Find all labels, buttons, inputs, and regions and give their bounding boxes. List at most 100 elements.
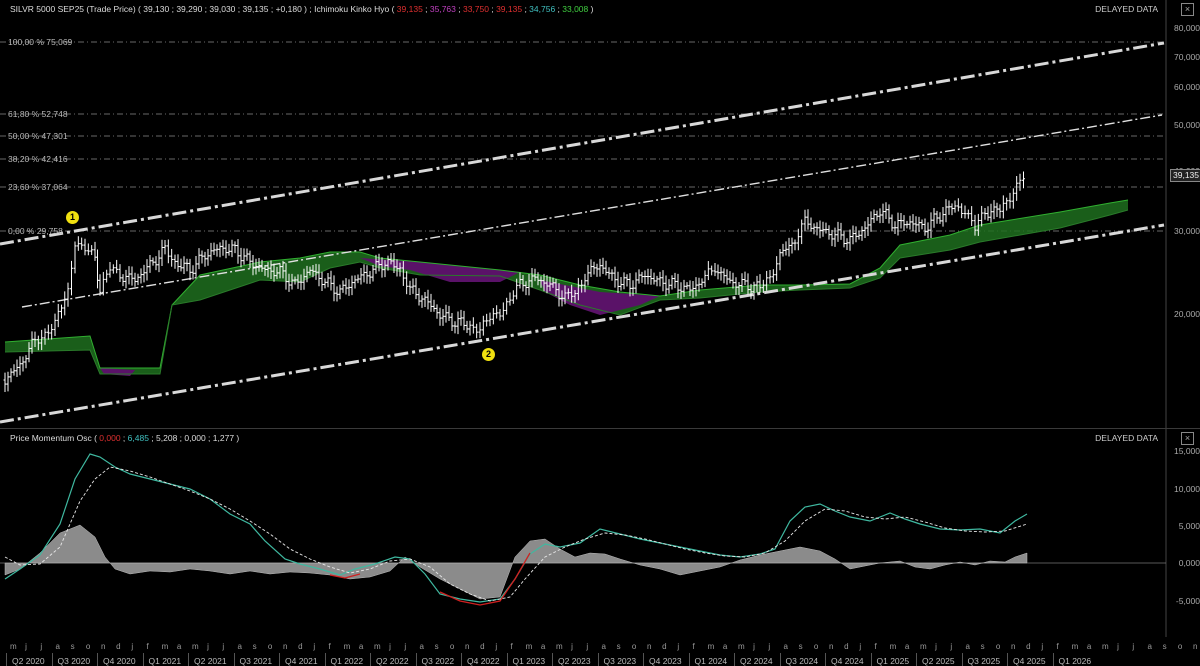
close-pane-button[interactable]: × (1181, 3, 1194, 16)
quarter-label: Q3 2024 (785, 656, 819, 666)
month-label: f (328, 642, 331, 651)
quarter-separator (188, 653, 189, 666)
ichimoku-value: 33,008 (562, 4, 589, 14)
oscillator-value: 0,000 (99, 433, 121, 443)
month-label: s (980, 642, 985, 651)
delayed-data-label: DELAYED DATA (1095, 433, 1158, 443)
month-label: j (222, 642, 225, 651)
instrument-label: SILVR 5000 SEP25 (Trade Price) (10, 4, 136, 14)
quarter-label: Q2 2024 (740, 656, 773, 666)
quarter-separator (51, 653, 53, 666)
ichimoku-value: 34,756 (529, 4, 556, 14)
month-label: j (389, 642, 391, 651)
month-label: o (449, 642, 455, 651)
month-label: m (707, 642, 715, 651)
fib-level-label: 61,80 % 52,748 (8, 109, 68, 119)
month-label: d (662, 642, 667, 651)
month-label: n (101, 642, 106, 651)
quarter-label: Q4 2020 (103, 656, 136, 666)
fib-level-label: 38,20 % 42,416 (8, 154, 68, 164)
delayed-data-label: DELAYED DATA (1095, 4, 1158, 14)
month-label: n (1011, 642, 1016, 651)
month-label: o (85, 642, 91, 651)
quarter-separator (961, 653, 963, 666)
month-label: a (1147, 642, 1152, 651)
month-label: j (859, 642, 862, 651)
month-label: d (844, 642, 849, 651)
quarter-label: Q4 2025 (1013, 656, 1046, 666)
month-label: j (1117, 642, 1119, 651)
quarter-label: Q1 2021 (148, 656, 182, 666)
quarter-label: Q1 2026 (1058, 656, 1092, 666)
quarter-label: Q4 2024 (831, 656, 864, 666)
quarter-separator (370, 653, 371, 666)
month-label: o (1177, 642, 1183, 651)
quarter-label: Q3 2020 (57, 656, 91, 666)
price-axis-tick: 30,000 (1174, 226, 1200, 236)
month-label: f (874, 642, 877, 651)
month-label: j (131, 642, 134, 651)
quarter-separator (825, 653, 826, 666)
ichimoku-values: ( 39,135 ; 35,763 ; 33,750 ; 39,135 ; 34… (391, 4, 594, 14)
price-axis-tick: 60,000 (1174, 82, 1200, 92)
month-label: s (70, 642, 75, 651)
fib-level-label: 100,00 % 75,069 (8, 37, 73, 47)
month-label: j (950, 642, 953, 651)
month-label: j (677, 642, 680, 651)
quarter-separator (552, 653, 553, 666)
oscillator-title: Price Momentum Osc (10, 433, 92, 443)
quarter-label: Q3 2025 (967, 656, 1001, 666)
oscillator-header: Price Momentum Osc ( 0,000 ; 6,485 ; 5,2… (10, 433, 240, 443)
oscillator-value: 5,208 (156, 433, 178, 443)
price-axis-tick: 50,000 (1174, 120, 1200, 130)
month-label: m (1102, 642, 1109, 651)
month-label: j (25, 642, 27, 651)
price-axis-tick: 70,000 (1174, 52, 1200, 62)
month-label: a (358, 642, 364, 651)
quarter-separator (97, 653, 98, 666)
month-label: o (267, 642, 273, 651)
oscillator-axis-tick: 5,000 (1178, 521, 1200, 531)
quarter-label: Q1 2023 (512, 656, 546, 666)
month-label: s (1162, 642, 1167, 651)
quarter-label: Q4 2021 (285, 656, 318, 666)
month-label: m (10, 642, 17, 651)
signal-line (4, 466, 1028, 602)
quarter-label: Q2 2025 (922, 656, 955, 666)
fib-level-label: 0,00 % 29,758 (8, 226, 63, 236)
month-label: a (783, 642, 788, 651)
quarter-separator (779, 653, 781, 666)
time-axis[interactable]: Q2 2020 Q3 2020 Q4 2020 Q1 2021 Q2 2021 Q3 20… (0, 637, 1200, 666)
month-label: a (904, 642, 910, 651)
month-label: j (1132, 642, 1135, 651)
quarter-label: Q1 2025 (876, 656, 910, 666)
quarter-separator (461, 653, 462, 666)
momentum-oscillator-pane[interactable]: Price Momentum Osc ( 0,000 ; 6,485 ; 5,2… (0, 429, 1200, 637)
quarter-label: Q1 2024 (694, 656, 728, 666)
wave-marker-2: 2 (482, 348, 495, 361)
last-price-tag: 39,135 (1170, 169, 1200, 182)
month-label: j (571, 642, 573, 651)
oscillator-canvas[interactable] (0, 429, 1200, 637)
price-chart-pane[interactable]: SILVR 5000 SEP25 (Trade Price) ( 39,130 … (0, 0, 1200, 428)
month-label: m (161, 642, 169, 651)
month-label: s (252, 642, 257, 651)
quarter-separator (142, 653, 144, 666)
price-chart-canvas[interactable] (0, 0, 1200, 428)
quarter-label: Q1 2022 (330, 656, 364, 666)
trend-channel-lower (0, 223, 1165, 424)
quarter-separator (279, 653, 280, 666)
month-label: d (1026, 642, 1031, 651)
oscillator-axis-tick: -5,000 (1175, 596, 1200, 606)
month-label: a (237, 642, 242, 651)
quarter-separator (597, 653, 599, 666)
month-label: a (965, 642, 970, 651)
month-label: j (1041, 642, 1044, 651)
momentum-histogram (4, 524, 1028, 600)
close-pane-button[interactable]: × (1181, 432, 1194, 445)
ichimoku-value: 39,135 (396, 4, 423, 14)
indicator-label: ; Ichimoku Kinko Hyo (309, 4, 390, 14)
ohlc-values: ( 39,130 ; 39,290 ; 39,030 ; 39,135 ; +0… (138, 4, 307, 14)
quarter-separator (1052, 653, 1054, 666)
month-label: a (540, 642, 546, 651)
